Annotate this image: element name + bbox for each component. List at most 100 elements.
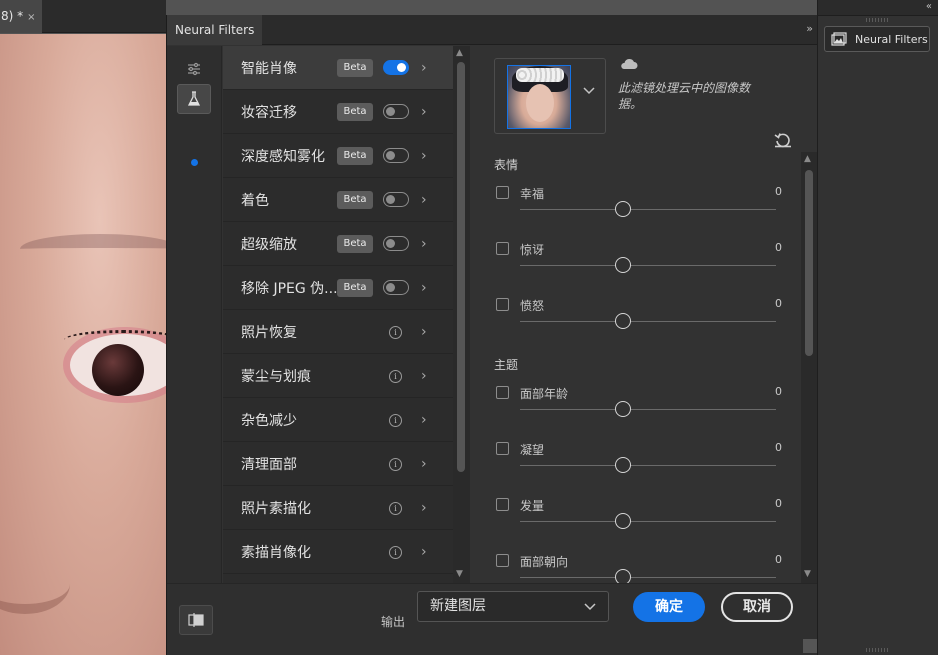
filter-name: 智能肖像 [241,60,297,77]
filter-item[interactable]: 智能肖像 Beta › [223,46,453,90]
ok-button[interactable]: 确定 [633,592,705,622]
slider-track[interactable] [520,209,776,210]
dialog-footer: 输出 新建图层 确定 取消 [167,583,818,655]
settings-scrollbar[interactable]: ▲ ▼ [801,152,817,583]
filter-item[interactable]: 素描肖像化 i › [223,530,453,574]
filter-item[interactable]: 照片恢复 i › [223,310,453,354]
neural-filters-panel-button[interactable]: Neural Filters [824,26,930,52]
parameter-value[interactable]: 0 [775,385,782,398]
chevron-right-icon[interactable]: › [421,280,427,296]
scroll-up-icon[interactable]: ▲ [456,48,463,58]
parameter-value[interactable]: 0 [775,441,782,454]
reference-image-selector[interactable] [494,58,606,134]
output-select[interactable]: 新建图层 [417,591,609,622]
filter-category-rail [167,46,222,583]
slider-track[interactable] [520,321,776,322]
reset-icon[interactable] [774,132,792,148]
scroll-down-icon[interactable]: ▼ [456,569,463,579]
parameter-value[interactable]: 0 [775,497,782,510]
chevron-right-icon[interactable]: › [421,148,427,164]
chevron-right-icon[interactable]: › [421,104,427,120]
info-icon[interactable]: i [389,414,402,427]
filter-settings-panel: 此滤镜处理云中的图像数据。 表情 幸福 0 惊讶 0 愤怒 0 主题 面部年龄 0 凝望 0 发量 0 面部… [469,46,818,583]
chevron-right-icon[interactable]: › [421,412,427,428]
scroll-down-icon[interactable]: ▼ [804,569,811,579]
parameter-value[interactable]: 0 [775,553,782,566]
slider-knob[interactable] [615,313,631,329]
double-chevron-left-icon[interactable]: « [926,1,932,12]
chevron-right-icon[interactable]: › [421,368,427,384]
double-chevron-right-icon[interactable]: » [806,22,813,35]
preview-toggle-button[interactable] [179,605,213,635]
chevron-right-icon[interactable]: › [421,456,427,472]
filter-list-scrollbar[interactable]: ▲ ▼ [453,46,469,583]
chevron-down-icon[interactable] [583,87,595,95]
info-icon[interactable]: i [389,370,402,383]
parameter-checkbox[interactable] [496,386,509,399]
filter-name: 着色 [241,192,269,209]
slider-track[interactable] [520,521,776,522]
chevron-right-icon[interactable]: › [421,500,427,516]
info-icon[interactable]: i [389,546,402,559]
parameter-checkbox[interactable] [496,186,509,199]
parameter-value[interactable]: 0 [775,185,782,198]
image-filter-icon [831,32,847,46]
parameter-checkbox[interactable] [496,242,509,255]
slider-track[interactable] [520,577,776,578]
slider-track[interactable] [520,465,776,466]
chevron-right-icon[interactable]: › [421,60,427,76]
chevron-right-icon[interactable]: › [421,544,427,560]
filter-item[interactable]: 蒙尘与划痕 i › [223,354,453,398]
filter-item[interactable]: 超级缩放 Beta › [223,222,453,266]
info-icon[interactable]: i [389,458,402,471]
panel-grip-bottom [866,648,888,652]
filter-item[interactable]: 着色 Beta › [223,178,453,222]
filter-name: 照片素描化 [241,500,311,517]
slider-knob[interactable] [615,201,631,217]
filter-toggle[interactable] [383,104,409,119]
image-canvas[interactable] [0,34,166,655]
info-icon[interactable]: i [389,326,402,339]
filter-toggle[interactable] [383,236,409,251]
parameter-checkbox[interactable] [496,554,509,567]
filter-toggle[interactable] [383,60,409,75]
parameter-checkbox[interactable] [496,498,509,511]
slider-knob[interactable] [615,569,631,583]
slider-knob[interactable] [615,401,631,417]
scrollbar-thumb[interactable] [805,170,813,356]
filter-item[interactable]: 杂色减少 i › [223,398,453,442]
reference-image-thumbnail[interactable] [507,65,571,129]
slider-knob[interactable] [615,257,631,273]
filter-toggle[interactable] [383,280,409,295]
slider-track[interactable] [520,409,776,410]
close-icon[interactable]: × [27,12,35,23]
parameter-value[interactable]: 0 [775,241,782,254]
chevron-right-icon[interactable]: › [421,236,427,252]
chevron-right-icon[interactable]: › [421,192,427,208]
panel-grip[interactable] [866,18,888,22]
output-label: 输出 [381,615,406,629]
document-tab[interactable]: 8) * × [0,0,42,33]
info-icon[interactable]: i [389,502,402,515]
chevron-right-icon[interactable]: › [421,324,427,340]
slider-knob[interactable] [615,457,631,473]
slider-knob[interactable] [615,513,631,529]
sliders-icon[interactable] [177,54,211,84]
filter-item[interactable]: 深度感知雾化 Beta › [223,134,453,178]
scrollbar-thumb[interactable] [457,62,465,472]
flask-icon[interactable] [177,84,211,114]
section-title: 表情 [494,158,519,172]
filter-item[interactable]: 清理面部 i › [223,442,453,486]
filter-item[interactable]: 移除 JPEG 伪... Beta › [223,266,453,310]
cancel-button[interactable]: 取消 [721,592,793,622]
parameter-checkbox[interactable] [496,298,509,311]
parameter-checkbox[interactable] [496,442,509,455]
filter-item[interactable]: 照片素描化 i › [223,486,453,530]
filter-toggle[interactable] [383,148,409,163]
parameter-slider: 面部年龄 0 [494,385,784,442]
parameter-value[interactable]: 0 [775,297,782,310]
scroll-up-icon[interactable]: ▲ [804,154,811,164]
slider-track[interactable] [520,265,776,266]
filter-toggle[interactable] [383,192,409,207]
filter-item[interactable]: 妆容迁移 Beta › [223,90,453,134]
